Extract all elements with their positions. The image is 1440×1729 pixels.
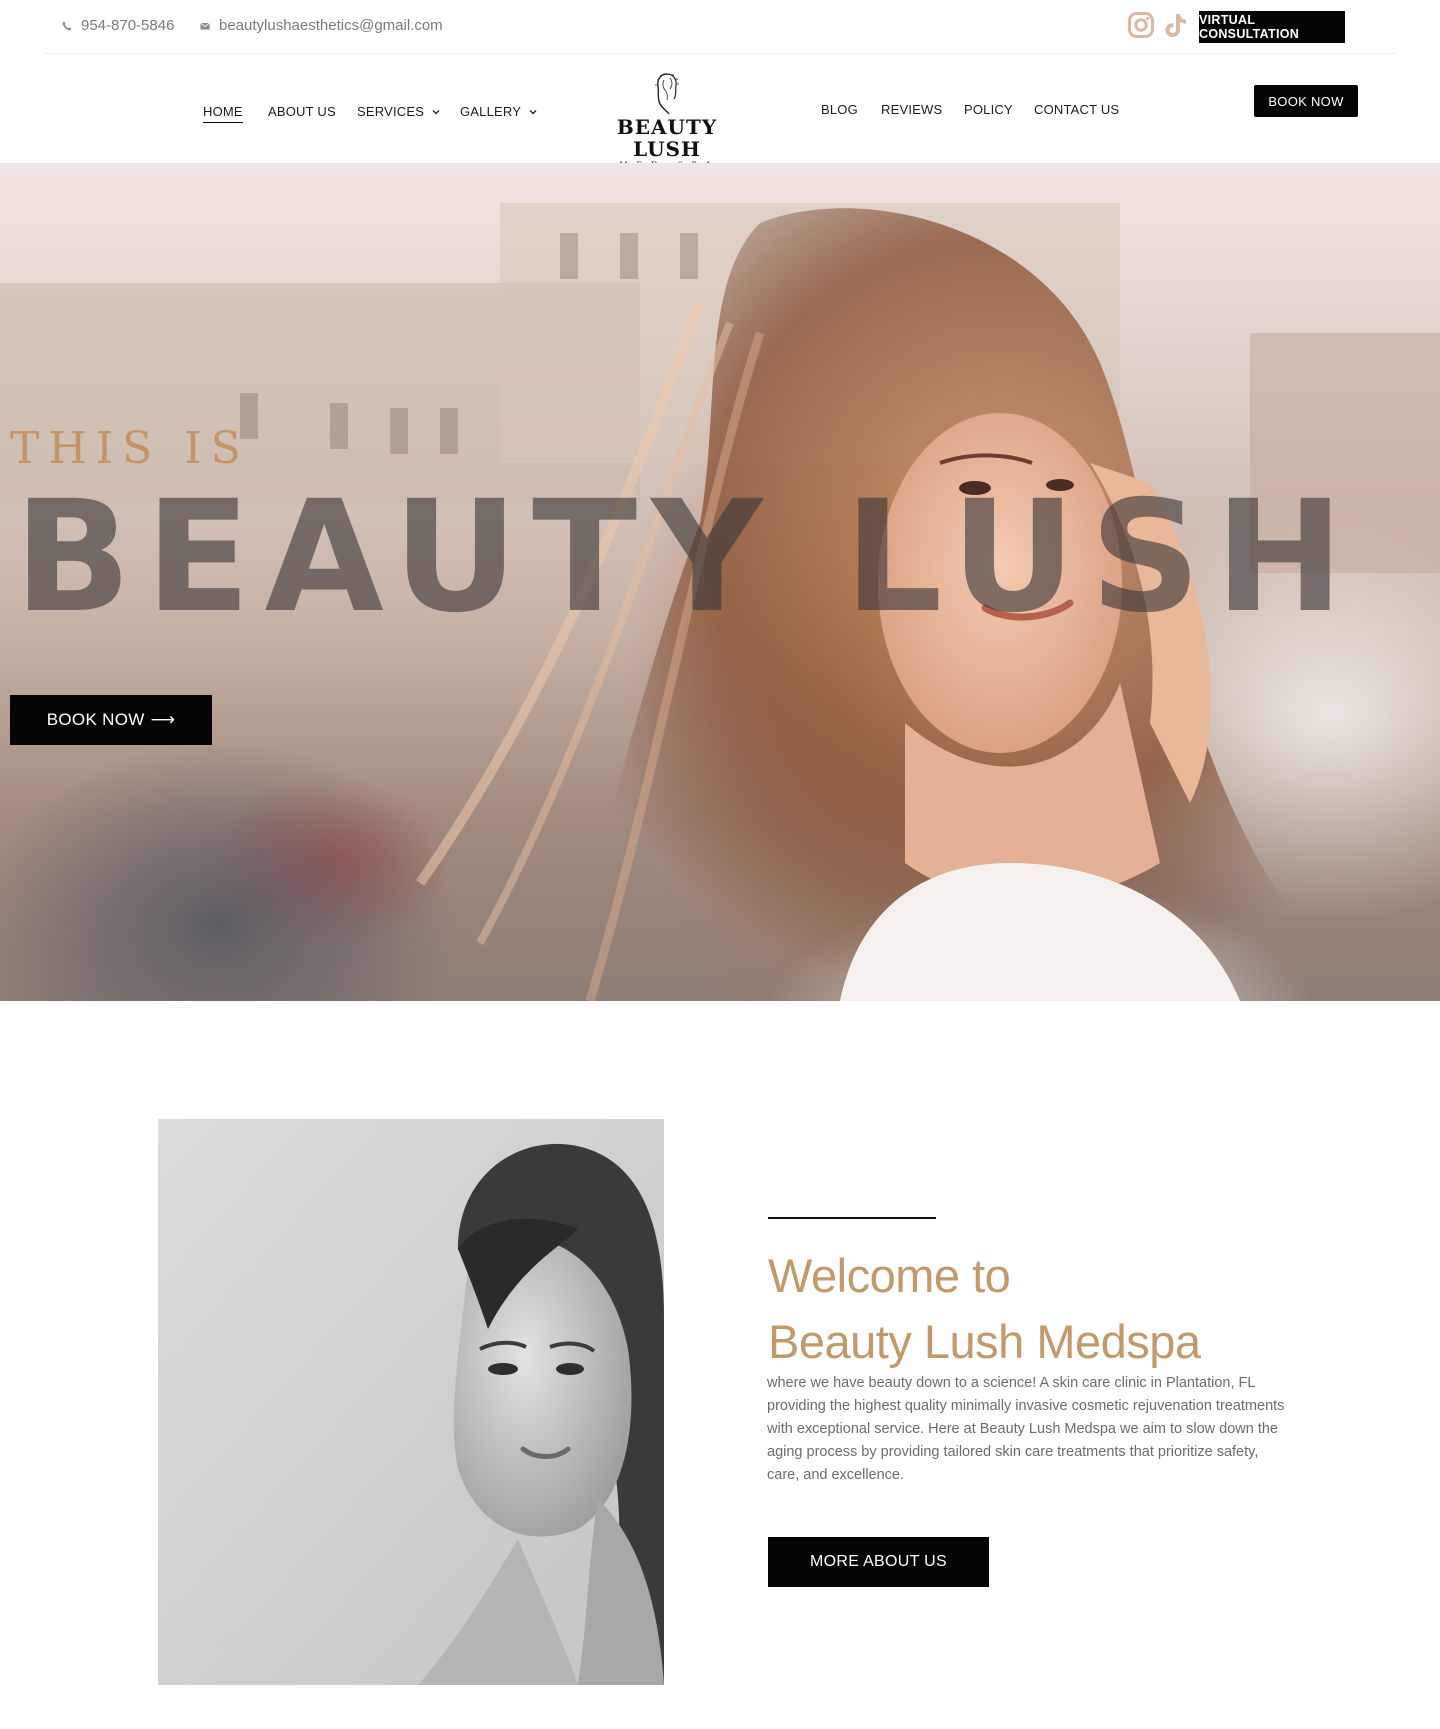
portrait-woman <box>158 1119 664 1685</box>
chevron-down-icon <box>529 109 537 114</box>
logo-name: BEAUTY LUSH <box>616 115 718 161</box>
hero-title: BEAUTY LUSH <box>14 468 1358 647</box>
section-divider <box>768 1217 936 1219</box>
email-link[interactable]: beautylushaesthetics@gmail.com <box>200 17 443 34</box>
logo[interactable]: BEAUTY LUSH MED SPA <box>580 70 754 170</box>
tiktok-icon[interactable] <box>1161 11 1189 39</box>
envelope-icon <box>200 22 210 29</box>
nav-gallery[interactable]: GALLERY <box>460 104 537 119</box>
nav-blog[interactable]: BLOG <box>821 102 858 117</box>
active-underline <box>203 122 243 123</box>
nav-about-us[interactable]: ABOUT US <box>268 104 336 119</box>
hero-book-now-button[interactable]: BOOK NOW ⟶ <box>10 695 212 745</box>
welcome-heading: Welcome to Beauty Lush Medspa <box>768 1243 1328 1375</box>
nav-home-label: HOME <box>203 104 243 119</box>
email-address: beautylushaesthetics@gmail.com <box>219 17 443 34</box>
welcome-heading-line2: Beauty Lush Medspa <box>768 1315 1201 1368</box>
portrait-image <box>158 1119 664 1685</box>
nav-reviews[interactable]: REVIEWS <box>881 102 942 117</box>
instagram-icon[interactable] <box>1127 11 1155 39</box>
book-now-button[interactable]: BOOK NOW <box>1254 85 1358 117</box>
nav-services[interactable]: SERVICES <box>357 104 440 119</box>
chevron-down-icon <box>432 109 440 114</box>
logo-woman-icon <box>655 73 679 115</box>
welcome-heading-line1: Welcome to <box>768 1249 1011 1302</box>
hero-kicker: THIS IS <box>10 423 250 474</box>
nav-contact-us[interactable]: CONTACT US <box>1034 102 1119 117</box>
phone-link[interactable]: 954-870-5846 <box>62 17 174 34</box>
nav-home[interactable]: HOME <box>203 104 243 123</box>
arrow-right-icon: ⟶ <box>150 710 176 729</box>
nav-services-label: SERVICES <box>357 104 425 119</box>
welcome-paragraph: where we have beauty down to a science! … <box>767 1375 1285 1483</box>
hero-banner: THIS IS BEAUTY LUSH BOOK NOW ⟶ <box>0 163 1440 1001</box>
virtual-consultation-button[interactable]: VIRTUAL CONSULTATION <box>1199 11 1345 43</box>
nav-policy[interactable]: POLICY <box>964 102 1013 117</box>
phone-icon <box>62 21 72 30</box>
phone-number: 954-870-5846 <box>81 17 175 34</box>
more-about-us-button[interactable]: MORE ABOUT US <box>768 1537 989 1587</box>
hero-book-now-label: BOOK NOW <box>46 710 145 729</box>
nav-gallery-label: GALLERY <box>460 104 522 119</box>
top-bar: 954-870-5846 beautylushaesthetics@gmail.… <box>44 0 1396 54</box>
